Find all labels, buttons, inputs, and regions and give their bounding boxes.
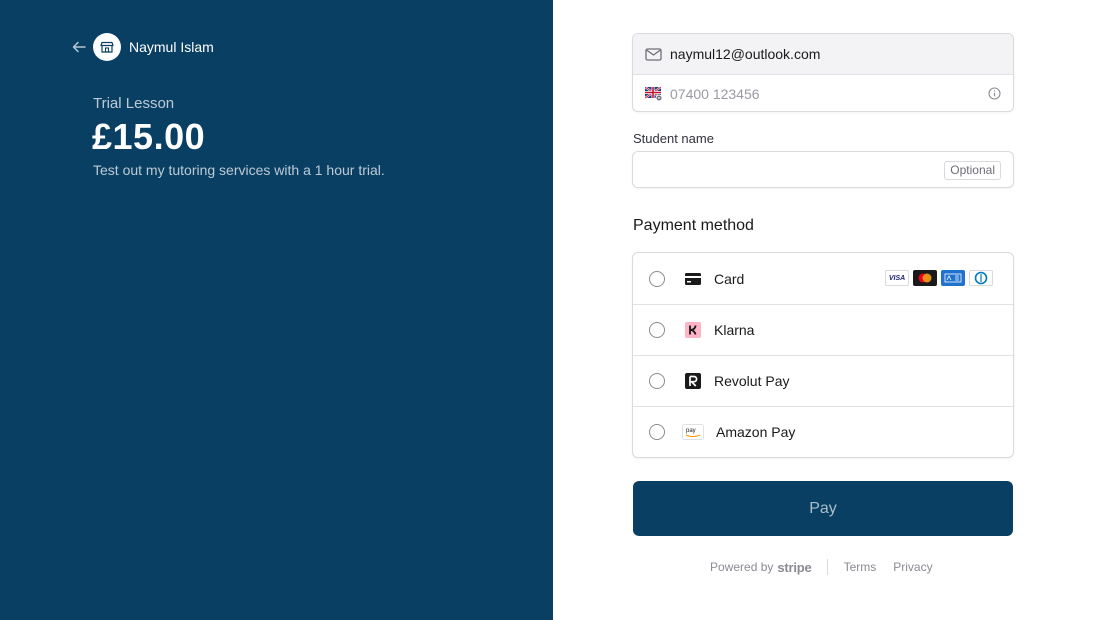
revolut-radio[interactable] [649, 373, 665, 389]
mail-icon [645, 47, 662, 61]
visa-icon: VISA [885, 270, 909, 286]
merchant-avatar [93, 33, 121, 61]
contact-info-group: naymul12@outlook.com [632, 33, 1014, 112]
student-name-label: Student name [633, 131, 714, 146]
amazon-pay-label: Amazon Pay [716, 424, 796, 440]
amazon-pay-icon: pay [682, 424, 704, 440]
card-icon [684, 270, 702, 288]
card-radio[interactable] [649, 270, 665, 287]
revolut-icon [684, 372, 702, 390]
payment-method-amazon-pay[interactable]: pay Amazon Pay [633, 406, 1013, 457]
optional-badge: Optional [944, 161, 1001, 180]
student-name-input[interactable] [645, 152, 935, 187]
terms-link[interactable]: Terms [844, 560, 877, 574]
revolut-label: Revolut Pay [714, 373, 790, 389]
klarna-label: Klarna [714, 322, 755, 338]
mastercard-icon [913, 270, 937, 286]
payment-method-title: Payment method [633, 217, 754, 234]
product-description: Test out my tutoring services with a 1 h… [93, 162, 385, 178]
pay-button[interactable]: Pay [633, 481, 1013, 536]
student-name-field[interactable]: Optional [632, 151, 1014, 188]
uk-flag-icon [645, 86, 663, 101]
footer-divider [826, 559, 828, 575]
email-field[interactable]: naymul12@outlook.com [633, 34, 1013, 75]
store-icon [100, 41, 114, 53]
footer: Powered by stripe Terms Privacy [710, 558, 933, 576]
product-price: £15.00 [92, 116, 206, 157]
diners-club-icon [969, 270, 993, 286]
svg-text:pay: pay [686, 428, 696, 434]
phone-input[interactable] [670, 85, 970, 102]
phone-row [633, 75, 1013, 111]
order-summary-panel: Naymul Islam Trial Lesson £15.00 Test ou… [0, 0, 553, 620]
stripe-logo[interactable]: stripe [777, 560, 811, 575]
card-label: Card [714, 270, 745, 287]
privacy-link[interactable]: Privacy [893, 560, 932, 574]
payment-method-klarna[interactable]: Klarna [633, 304, 1013, 355]
powered-by-text: Powered by [710, 560, 774, 574]
product-name: Trial Lesson [93, 95, 175, 112]
merchant-name: Naymul Islam [129, 39, 214, 55]
amazon-pay-radio[interactable] [649, 424, 665, 440]
payment-method-revolut[interactable]: Revolut Pay [633, 355, 1013, 406]
klarna-radio[interactable] [649, 322, 665, 338]
klarna-icon [684, 321, 702, 339]
info-icon[interactable] [988, 87, 1001, 100]
payment-method-card[interactable]: Card VISA [633, 253, 1013, 304]
card-brands: VISA [885, 270, 993, 286]
payment-method-list: Card VISA Klarna Revolut Pay pay Amazon … [632, 252, 1014, 458]
email-value: naymul12@outlook.com [670, 46, 821, 62]
back-arrow-icon[interactable] [70, 38, 88, 56]
amex-icon [941, 270, 965, 286]
